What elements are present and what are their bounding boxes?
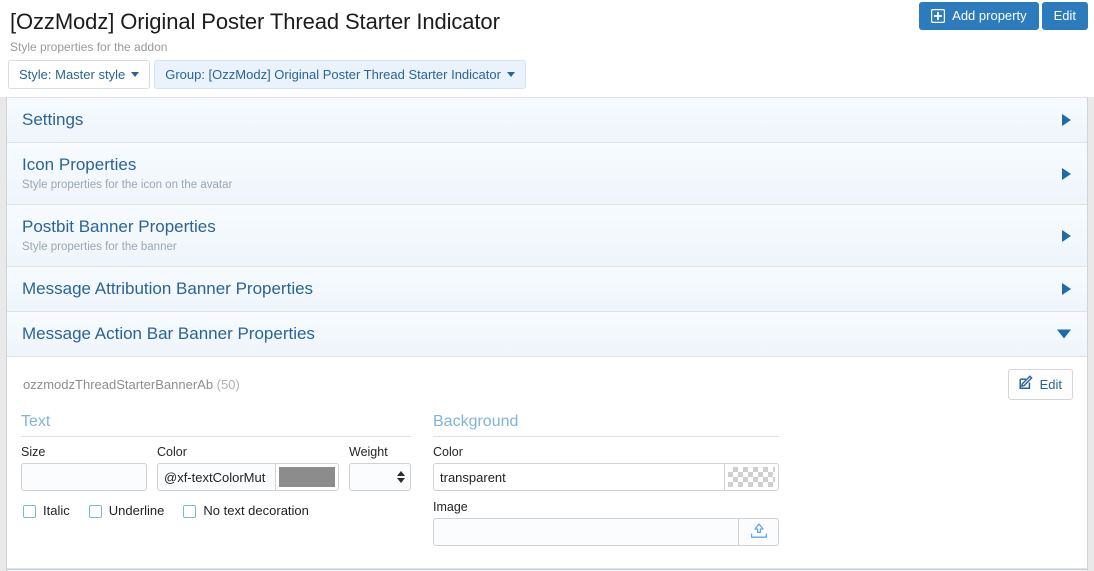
text-weight-label: Weight <box>349 444 411 463</box>
chevron-down-icon[interactable] <box>1057 330 1071 339</box>
section-description: Style properties for the icon on the ava… <box>22 176 1053 193</box>
text-size-field: Size <box>21 444 147 491</box>
group-selector-label: Group: [OzzModz] Original Poster Thread … <box>165 67 501 82</box>
section-title: Message Attribution Banner Properties <box>22 278 1053 300</box>
add-property-button[interactable]: Add property <box>919 2 1038 30</box>
property-editor-columns: Text Size Color <box>21 412 1073 554</box>
section-inner: Icon Properties Style properties for the… <box>7 143 1087 204</box>
property-count: (50) <box>217 377 240 392</box>
section-inner: Postbit Banner Properties Style properti… <box>7 205 1087 266</box>
section-title: Postbit Banner Properties <box>22 216 1053 238</box>
chevron-right-icon[interactable] <box>1062 168 1071 180</box>
section-title: Settings <box>22 109 1053 131</box>
header-edit-label: Edit <box>1054 9 1076 23</box>
section-header-icon-properties[interactable]: Icon Properties Style properties for the… <box>7 143 1087 205</box>
page-header: [OzzModz] Original Poster Thread Starter… <box>0 0 1094 60</box>
background-color-swatch[interactable] <box>724 463 779 491</box>
text-weight-field: Weight <box>349 444 411 491</box>
text-fields: Size Color <box>21 444 411 491</box>
add-property-label: Add property <box>952 9 1026 23</box>
background-image-input[interactable] <box>433 518 738 546</box>
text-group-title: Text <box>21 412 411 437</box>
background-image-label: Image <box>433 499 779 518</box>
property-edit-button[interactable]: Edit <box>1008 369 1073 400</box>
chevron-right-icon[interactable] <box>1062 230 1071 242</box>
section-description: Style properties for the banner <box>22 238 1053 255</box>
upload-icon <box>749 522 769 543</box>
text-size-input[interactable] <box>21 463 147 491</box>
chevron-down-icon <box>131 72 139 77</box>
text-color-field: Color <box>157 444 339 491</box>
background-group-title: Background <box>433 412 779 437</box>
style-selector-button[interactable]: Style: Master style <box>8 60 150 89</box>
text-group: Text Size Color <box>21 412 411 554</box>
section-inner: Message Attribution Banner Properties <box>7 267 1087 311</box>
transparent-checkerboard-icon <box>728 467 775 487</box>
plus-square-icon <box>931 9 945 23</box>
property-edit-label: Edit <box>1040 377 1062 393</box>
chevron-right-icon[interactable] <box>1062 283 1071 295</box>
background-color-input[interactable] <box>433 463 724 491</box>
checkbox-box[interactable] <box>23 505 36 518</box>
property-name-text: ozzmodzThreadStarterBannerAb <box>23 377 213 392</box>
header-actions: Add property Edit <box>919 2 1088 30</box>
checkbox-label: No text decoration <box>203 503 309 519</box>
section-title: Message Action Bar Banner Properties <box>22 323 1053 345</box>
text-color-swatch-fill <box>279 467 335 487</box>
upload-button[interactable] <box>738 518 779 546</box>
checkbox-label: Underline <box>109 503 165 519</box>
property-name: ozzmodzThreadStarterBannerAb (50) <box>23 377 240 392</box>
text-color-label: Color <box>157 444 339 463</box>
property-header-row: ozzmodzThreadStarterBannerAb (50) Edit <box>21 367 1073 412</box>
section-body-message-action-bar: ozzmodzThreadStarterBannerAb (50) Edit <box>7 357 1087 569</box>
checkbox-underline[interactable]: Underline <box>89 503 165 519</box>
section-title: Icon Properties <box>22 154 1053 176</box>
text-weight-select[interactable] <box>349 463 411 491</box>
style-selector-label: Style: Master style <box>19 67 125 82</box>
group-selector-button[interactable]: Group: [OzzModz] Original Poster Thread … <box>154 60 526 89</box>
checkbox-box[interactable] <box>89 505 102 518</box>
section-header-settings[interactable]: Settings <box>7 97 1087 143</box>
header-edit-button[interactable]: Edit <box>1042 2 1088 30</box>
background-image-field: Image <box>433 499 779 554</box>
pencil-square-icon <box>1019 375 1034 394</box>
background-color-field: Color <box>433 444 779 499</box>
section-inner: Settings <box>7 98 1087 142</box>
filter-tabstrip: Style: Master style Group: [OzzModz] Ori… <box>0 60 1094 97</box>
text-color-input[interactable] <box>157 463 275 491</box>
chevron-down-icon <box>507 72 515 77</box>
checkbox-no-text-decoration[interactable]: No text decoration <box>183 503 309 519</box>
text-color-swatch[interactable] <box>275 463 339 491</box>
background-color-label: Color <box>433 444 779 463</box>
checkbox-italic[interactable]: Italic <box>23 503 70 519</box>
text-size-label: Size <box>21 444 147 463</box>
style-properties-page: [OzzModz] Original Poster Thread Starter… <box>0 0 1094 571</box>
section-inner: Message Action Bar Banner Properties <box>7 312 1087 356</box>
text-decoration-checkboxes: Italic Underline No text decoration <box>21 491 411 519</box>
section-header-message-action-bar-banner-properties[interactable]: Message Action Bar Banner Properties <box>7 312 1087 357</box>
section-header-postbit-banner-properties[interactable]: Postbit Banner Properties Style properti… <box>7 205 1087 267</box>
chevron-right-icon[interactable] <box>1062 114 1071 126</box>
section-header-message-attribution-banner-properties[interactable]: Message Attribution Banner Properties <box>7 267 1087 312</box>
checkbox-label: Italic <box>43 503 70 519</box>
page-subtitle: Style properties for the addon <box>8 36 1086 54</box>
checkbox-box[interactable] <box>183 505 196 518</box>
background-group: Background Color Image <box>433 412 779 554</box>
properties-panel: Settings Icon Properties Style propertie… <box>6 97 1088 570</box>
